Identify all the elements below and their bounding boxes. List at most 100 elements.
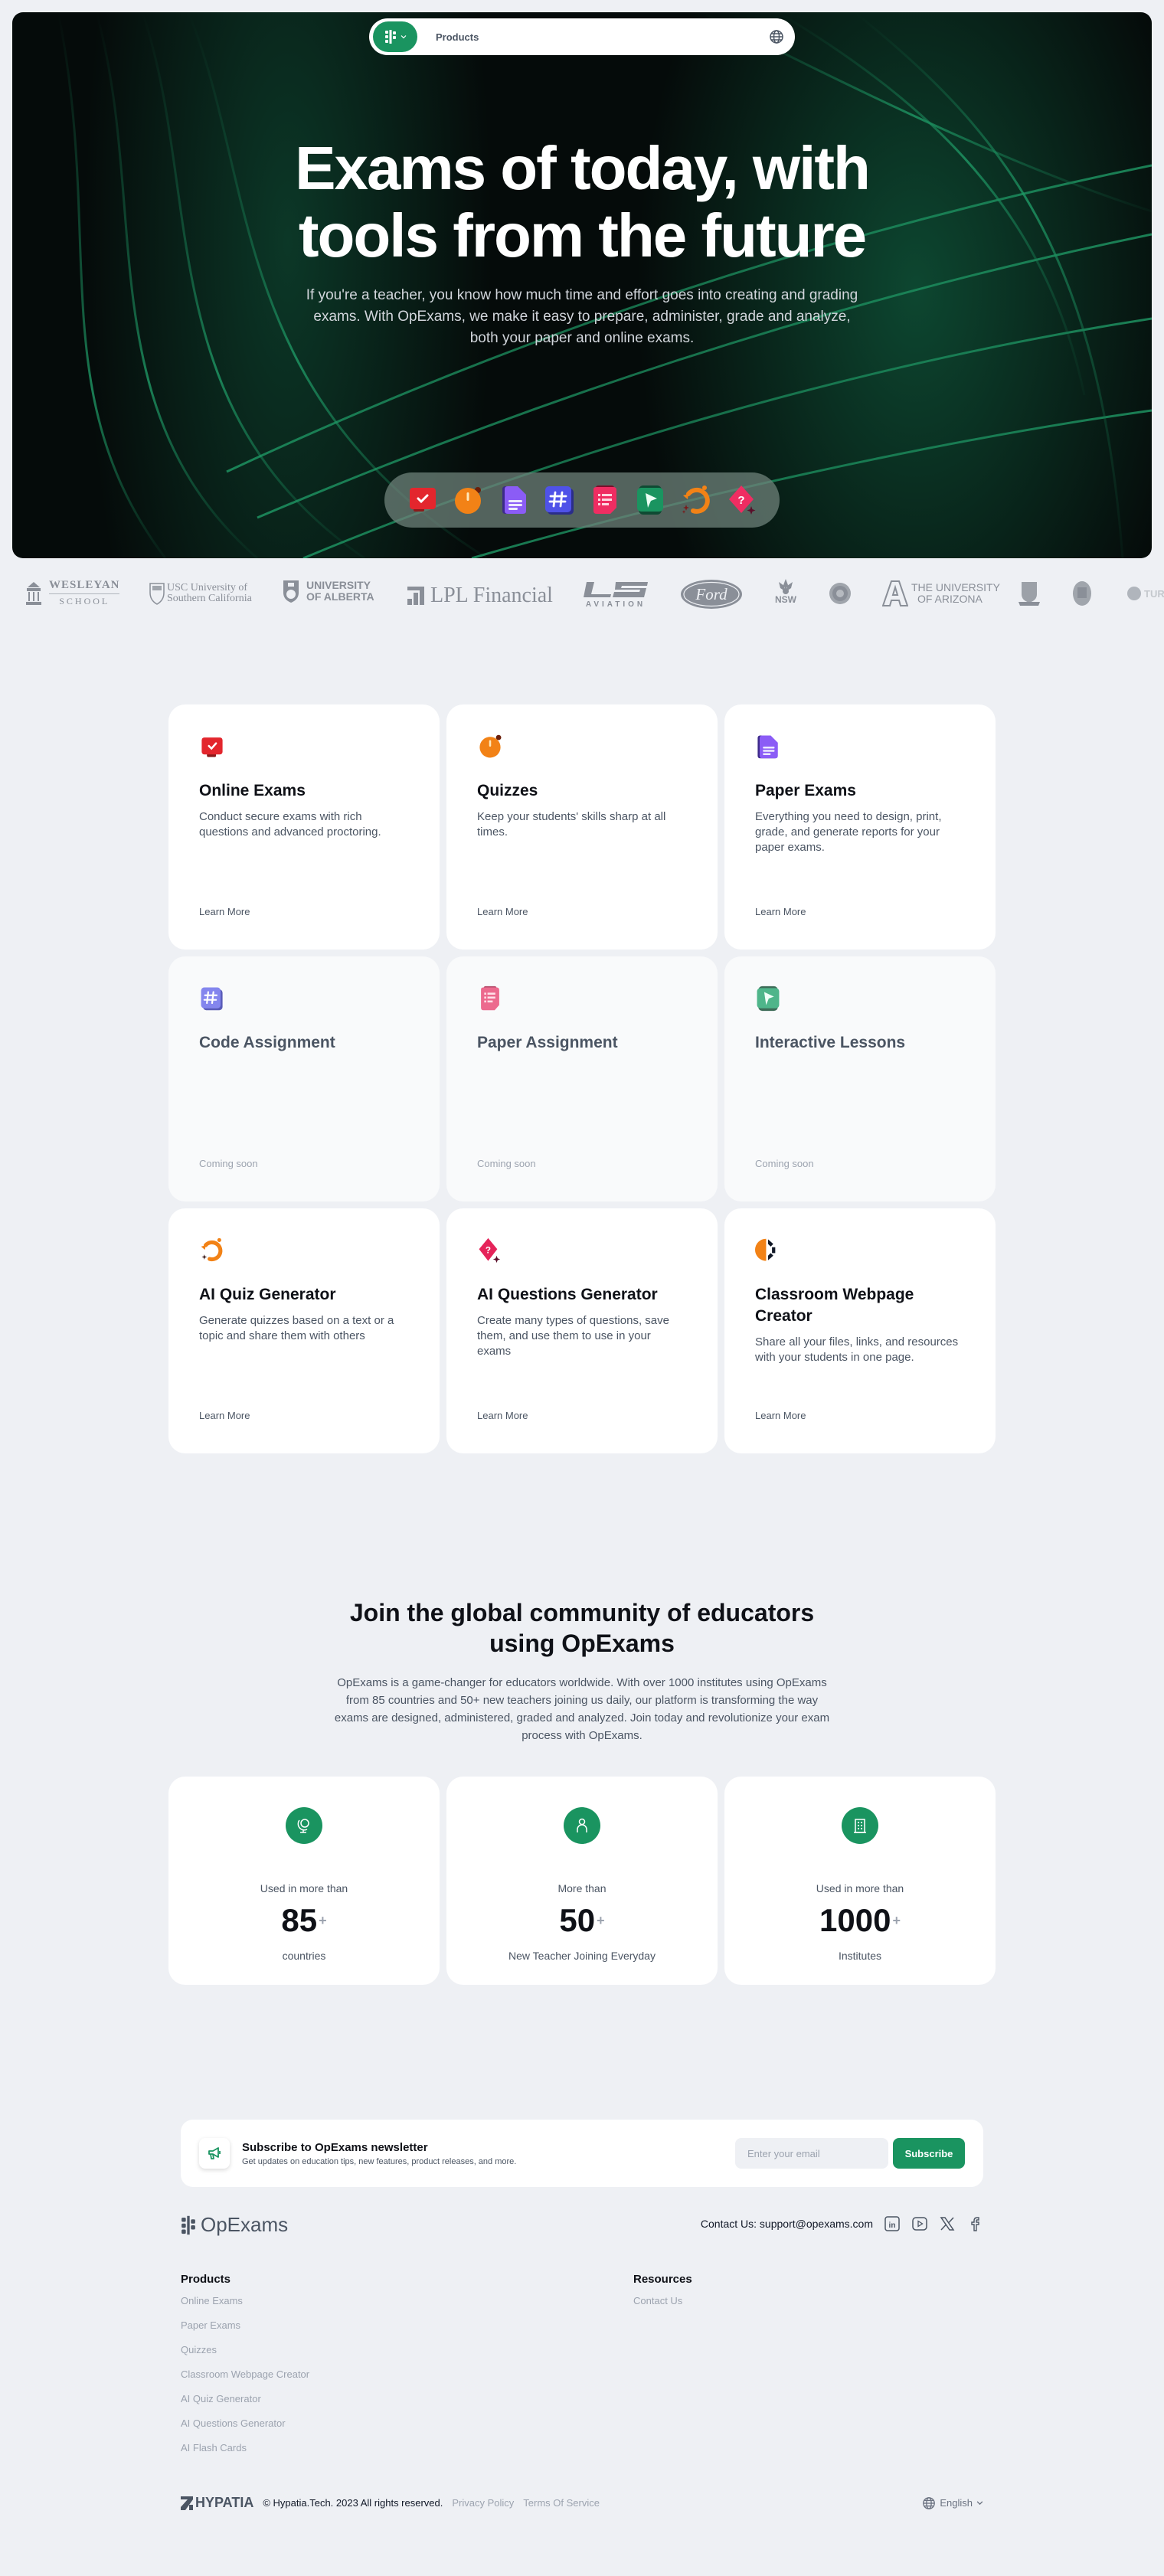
- feature-title: Quizzes: [477, 782, 538, 799]
- learn-more-link[interactable]: Learn More: [199, 906, 250, 917]
- subscribe-button[interactable]: Subscribe: [893, 2138, 965, 2169]
- learn-more-link[interactable]: Learn More: [755, 906, 806, 917]
- footer-link-online-exams[interactable]: Online Exams: [181, 2293, 309, 2308]
- hero-title: Exams of today, with tools from the futu…: [12, 135, 1152, 270]
- round-seal-icon: [829, 583, 851, 604]
- newsletter-title: Subscribe to OpExams newsletter: [242, 2140, 428, 2154]
- hero-subtitle: If you're a teacher, you know how much t…: [306, 287, 858, 346]
- code-assignment-icon[interactable]: [544, 485, 574, 515]
- footer-link-ai-quiz-generator[interactable]: AI Quiz Generator: [181, 2391, 309, 2406]
- logo-tur: TUR: [1127, 587, 1164, 600]
- alberta-shield-icon: [283, 580, 299, 603]
- footer-resources-column: Resources Contact Us: [633, 2273, 692, 2308]
- facebook-icon[interactable]: [966, 2215, 983, 2232]
- ai-quiz-generator-icon[interactable]: [681, 485, 711, 515]
- customer-logos-strip: WESLEYAN SCHOOL USC University of Southe…: [0, 574, 1164, 616]
- ai-questions-generator-icon[interactable]: ?: [726, 485, 757, 515]
- paper-assignment-icon[interactable]: [590, 485, 620, 515]
- oval-crest-icon: [1073, 581, 1091, 606]
- waratah-flower-icon: [779, 579, 793, 594]
- quizzes-icon[interactable]: [453, 485, 483, 515]
- crest-shield-icon: [1019, 582, 1040, 606]
- linkedin-icon[interactable]: in: [884, 2215, 901, 2232]
- language-label: English: [940, 2497, 973, 2509]
- footer-link-classroom-webpage-creator[interactable]: Classroom Webpage Creator: [181, 2367, 309, 2381]
- feature-card-paper-assignment: Paper Assignment Coming soon: [446, 956, 718, 1201]
- logo-l2-aviation: AVIATION: [584, 580, 648, 609]
- footer-brand[interactable]: OpExams: [181, 2213, 288, 2237]
- interactive-lessons-icon: [757, 986, 780, 1012]
- learn-more-link[interactable]: Learn More: [477, 1410, 528, 1421]
- footer-link-contact-us[interactable]: Contact Us: [633, 2293, 692, 2308]
- stat-number: 50: [559, 1902, 596, 1938]
- globe-icon[interactable]: [769, 29, 784, 44]
- stat-plus: +: [892, 1913, 901, 1928]
- l2-mark-icon: [584, 582, 648, 597]
- logo-alberta: UNIVERSITY OF ALBERTA: [282, 579, 374, 603]
- footer-link-ai-questions-generator[interactable]: AI Questions Generator: [181, 2416, 309, 2431]
- feature-card-paper-exams[interactable]: Paper Exams Everything you need to desig…: [724, 704, 996, 950]
- logo-sub: OF ARIZONA: [917, 593, 983, 605]
- footer-link-paper-exams[interactable]: Paper Exams: [181, 2318, 309, 2332]
- learn-more-link[interactable]: Learn More: [199, 1410, 250, 1421]
- hero-title-line1: Exams of today, with: [295, 134, 871, 202]
- chevron-down-icon: [401, 35, 407, 39]
- logo-sub: Southern California: [167, 593, 252, 604]
- stat-card-countries: Used in more than 85 + countries: [168, 1777, 440, 1985]
- language-selector[interactable]: English: [922, 2496, 983, 2510]
- newsletter-text: Subscribe to OpExams newsletter Get upda…: [242, 2141, 516, 2166]
- x-twitter-icon[interactable]: [939, 2215, 956, 2232]
- online-exams-icon[interactable]: [407, 485, 438, 515]
- stat-card-teachers: More than 50 + New Teacher Joining Everyd…: [446, 1777, 718, 1985]
- privacy-policy-link[interactable]: Privacy Policy: [452, 2497, 514, 2509]
- newsletter-email-input[interactable]: [735, 2138, 888, 2169]
- contact-email[interactable]: Contact Us: support@opexams.com: [701, 2218, 873, 2230]
- quizzes-icon: [479, 734, 502, 758]
- footer-brand-name: OpExams: [201, 2213, 289, 2236]
- globe-icon: [923, 2496, 936, 2509]
- svg-text:?: ?: [738, 494, 745, 507]
- feature-card-quizzes[interactable]: Quizzes Keep your students' skills sharp…: [446, 704, 718, 950]
- logo-name: LPL Financial: [430, 584, 553, 607]
- brand-menu-button[interactable]: [373, 21, 417, 52]
- ai-questions-generator-icon: ?: [479, 1237, 501, 1263]
- logo-name: THE UNIVERSITY: [911, 581, 1000, 593]
- chevron-down-icon: [976, 2501, 983, 2506]
- learn-more-link[interactable]: Learn More: [755, 1410, 806, 1421]
- stat-number: 85: [281, 1902, 318, 1938]
- logo-seal-1: [829, 582, 852, 605]
- youtube-icon[interactable]: [911, 2215, 928, 2232]
- footer-products-column: Products Online Exams Paper Exams Quizze…: [181, 2273, 309, 2455]
- stat-plus: +: [319, 1913, 327, 1928]
- feature-card-classroom-webpage-creator[interactable]: Classroom Webpage Creator Share all your…: [724, 1208, 996, 1453]
- coming-soon-label: Coming soon: [755, 1158, 814, 1169]
- hypatia-logo[interactable]: HYPATIA: [181, 2495, 253, 2511]
- logo-crest-2: [1072, 580, 1092, 606]
- logo-usc: USC University of Southern California: [149, 582, 252, 605]
- feature-card-ai-questions-generator[interactable]: ? AI Questions Generator Create many typ…: [446, 1208, 718, 1453]
- opexams-logo-icon: [385, 30, 396, 44]
- hypatia-mark-icon: [181, 2496, 193, 2510]
- feature-card-code-assignment: Code Assignment Coming soon: [168, 956, 440, 1201]
- paper-exams-icon[interactable]: [499, 485, 529, 515]
- building-icon: [842, 1807, 878, 1844]
- online-exams-icon: [201, 737, 223, 757]
- nav-products-link[interactable]: Products: [436, 31, 479, 43]
- top-navbar: Products: [369, 18, 795, 55]
- feature-desc: Conduct secure exams with rich questions…: [199, 810, 381, 839]
- feature-card-ai-quiz-generator[interactable]: AI Quiz Generator Generate quizzes based…: [168, 1208, 440, 1453]
- footer-link-ai-flash-cards[interactable]: AI Flash Cards: [181, 2440, 309, 2455]
- learn-more-link[interactable]: Learn More: [477, 906, 528, 917]
- interactive-lessons-icon[interactable]: [635, 485, 665, 515]
- footer-link-quizzes[interactable]: Quizzes: [181, 2342, 309, 2357]
- terms-of-service-link[interactable]: Terms Of Service: [523, 2497, 600, 2509]
- feature-title: Online Exams: [199, 782, 306, 799]
- logo-sub: OF ALBERTA: [306, 590, 374, 603]
- logo-crest-1: [1017, 580, 1041, 606]
- features-grid: Online Exams Conduct secure exams with r…: [168, 704, 996, 1453]
- feature-card-online-exams[interactable]: Online Exams Conduct secure exams with r…: [168, 704, 440, 950]
- stat-plus: +: [597, 1913, 605, 1928]
- footer-contact: Contact Us: support@opexams.com in: [701, 2215, 983, 2232]
- user-icon: [564, 1807, 600, 1844]
- feature-desc: Keep your students' skills sharp at all …: [477, 810, 666, 839]
